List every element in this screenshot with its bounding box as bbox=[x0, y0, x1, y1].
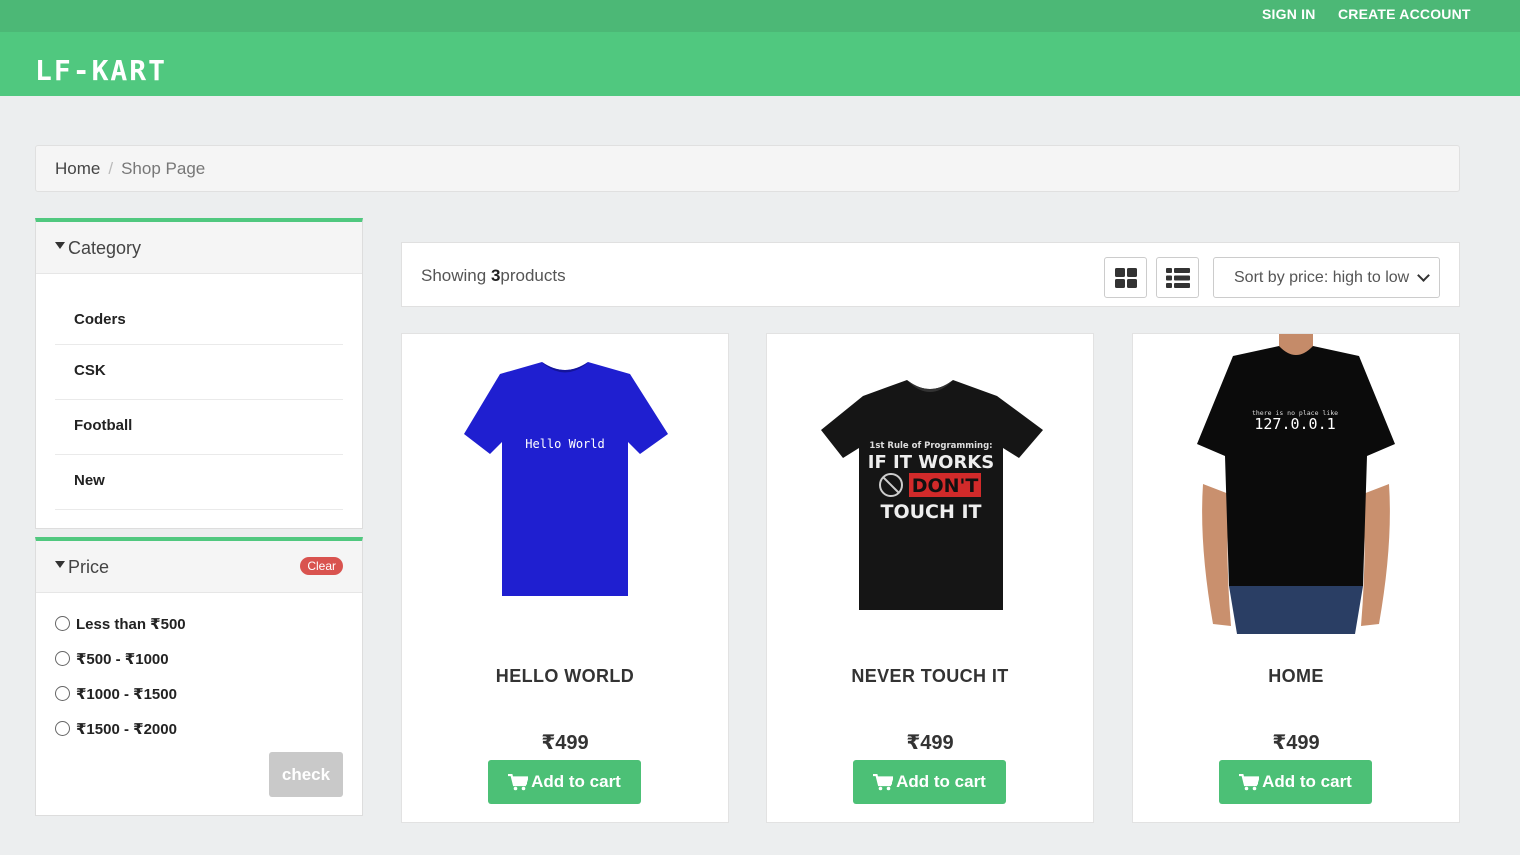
create-account-link[interactable]: CREATE ACCOUNT bbox=[1338, 6, 1471, 22]
product-price: ₹499 bbox=[1272, 732, 1320, 754]
caret-down-icon bbox=[55, 241, 65, 249]
category-item-csk[interactable]: CSK bbox=[55, 345, 343, 400]
price-option-label: ₹500 - ₹1000 bbox=[76, 651, 169, 668]
price-panel: Price Clear Less than ₹500 ₹500 - ₹1000 … bbox=[35, 537, 363, 816]
product-name[interactable]: NEVER TOUCH IT bbox=[767, 666, 1093, 687]
list-icon bbox=[1165, 267, 1190, 288]
product-card: Hello World HELLO WORLD ₹499 Add to cart bbox=[401, 333, 729, 823]
price-option[interactable]: ₹500 - ₹1000 bbox=[55, 650, 343, 685]
price-panel-header[interactable]: Price Clear bbox=[36, 541, 362, 593]
shop-toolbar: Showing 3products Sort by price: high to… bbox=[401, 242, 1460, 307]
add-to-cart-label: Add to cart bbox=[531, 772, 621, 791]
sort-selected-value: Sort by price: high to low bbox=[1234, 269, 1410, 286]
price-title: Price bbox=[68, 557, 110, 577]
showing-prefix: Showing bbox=[421, 266, 491, 285]
caret-down-icon bbox=[55, 560, 65, 568]
breadcrumb-home-link[interactable]: Home bbox=[55, 159, 100, 178]
add-to-cart-label: Add to cart bbox=[1262, 772, 1352, 791]
list-view-button[interactable] bbox=[1156, 257, 1199, 298]
price-option-label: ₹1000 - ₹1500 bbox=[76, 686, 177, 703]
shirt-print-big: 127.0.0.1 bbox=[1254, 415, 1335, 433]
shirt-print-line2: IF IT WORKS bbox=[868, 452, 994, 473]
category-item-new[interactable]: New bbox=[55, 455, 343, 510]
product-name[interactable]: HOME bbox=[1133, 666, 1459, 687]
product-card: there is no place like 127.0.0.1 HOME ₹4… bbox=[1132, 333, 1460, 823]
add-to-cart-button[interactable]: Add to cart bbox=[853, 760, 1006, 804]
sign-in-link[interactable]: SIGN IN bbox=[1262, 6, 1316, 22]
product-image-never-touch-it[interactable]: 1st Rule of Programming: IF IT WORKS DON… bbox=[767, 334, 1093, 634]
cart-icon bbox=[873, 773, 894, 790]
chevron-down-icon bbox=[1417, 269, 1430, 282]
add-to-cart-button[interactable]: Add to cart bbox=[1219, 760, 1372, 804]
cart-icon bbox=[1239, 773, 1260, 790]
breadcrumb-separator: / bbox=[108, 159, 114, 178]
price-option[interactable]: ₹1500 - ₹2000 bbox=[55, 720, 343, 755]
shirt-print-line4: TOUCH IT bbox=[880, 501, 981, 523]
check-button[interactable]: check bbox=[269, 752, 343, 797]
shirt-print-line3: DON'T bbox=[912, 475, 979, 497]
product-name[interactable]: HELLO WORLD bbox=[402, 666, 728, 687]
product-price: ₹499 bbox=[906, 732, 954, 754]
product-price: ₹499 bbox=[541, 732, 589, 754]
radio-button[interactable] bbox=[55, 721, 70, 736]
price-options: Less than ₹500 ₹500 - ₹1000 ₹1000 - ₹150… bbox=[36, 593, 362, 777]
site-header: LF-KART bbox=[0, 32, 1520, 96]
showing-suffix: products bbox=[500, 266, 566, 285]
category-list: Coders CSK Football New bbox=[36, 274, 362, 528]
price-option[interactable]: Less than ₹500 bbox=[55, 615, 343, 650]
product-card: 1st Rule of Programming: IF IT WORKS DON… bbox=[766, 333, 1094, 823]
breadcrumb: Home / Shop Page bbox=[35, 145, 1460, 192]
category-panel: Category Coders CSK Football New bbox=[35, 218, 363, 529]
site-logo[interactable]: LF-KART bbox=[35, 54, 167, 87]
category-title: Category bbox=[68, 238, 142, 258]
clear-price-button[interactable]: Clear bbox=[300, 557, 343, 575]
category-item-football[interactable]: Football bbox=[55, 400, 343, 455]
add-to-cart-button[interactable]: Add to cart bbox=[488, 760, 641, 804]
grid-icon bbox=[1114, 267, 1137, 288]
category-panel-header[interactable]: Category bbox=[36, 222, 362, 274]
price-option-label: ₹1500 - ₹2000 bbox=[76, 721, 177, 738]
product-count: 3 bbox=[490, 266, 501, 285]
shirt-print-text: Hello World bbox=[525, 437, 604, 451]
add-to-cart-label: Add to cart bbox=[896, 772, 986, 791]
cart-icon bbox=[508, 773, 529, 790]
price-option-label: Less than ₹500 bbox=[76, 616, 186, 633]
breadcrumb-current: Shop Page bbox=[121, 159, 206, 178]
price-option[interactable]: ₹1000 - ₹1500 bbox=[55, 685, 343, 720]
shirt-print-line1: 1st Rule of Programming: bbox=[869, 441, 992, 451]
product-image-hello-world[interactable]: Hello World bbox=[402, 334, 728, 634]
radio-button[interactable] bbox=[55, 651, 70, 666]
radio-button[interactable] bbox=[55, 686, 70, 701]
product-count-text: Showing 3products bbox=[421, 266, 566, 286]
sort-select[interactable]: Sort by price: high to low bbox=[1213, 257, 1440, 298]
category-item-coders[interactable]: Coders bbox=[55, 294, 343, 345]
grid-view-button[interactable] bbox=[1104, 257, 1147, 298]
top-bar: SIGN IN CREATE ACCOUNT bbox=[0, 0, 1520, 32]
product-image-home[interactable]: there is no place like 127.0.0.1 bbox=[1133, 334, 1459, 634]
radio-button[interactable] bbox=[55, 616, 70, 631]
